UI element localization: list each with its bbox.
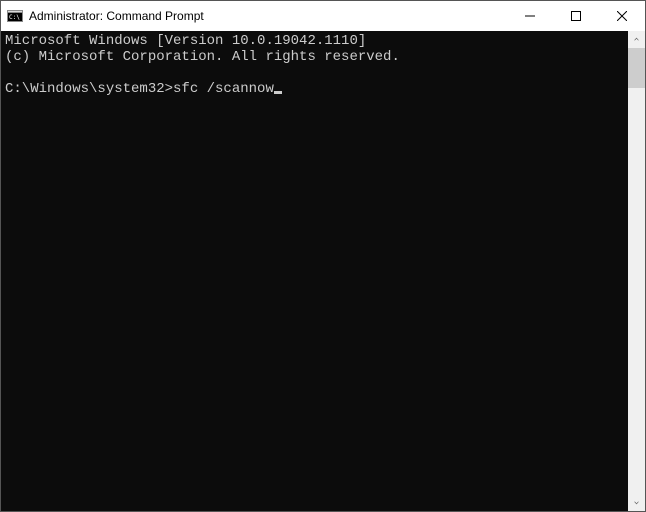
close-button[interactable] [599, 1, 645, 31]
terminal-line: Microsoft Windows [Version 10.0.19042.11… [5, 33, 628, 49]
terminal-command-line: C:\Windows\system32>sfc /scannow [5, 81, 274, 97]
close-icon [617, 11, 627, 21]
minimize-icon [525, 11, 535, 21]
window-frame: C:\ Administrator: Command Prompt [0, 0, 646, 512]
client-area: Microsoft Windows [Version 10.0.19042.11… [1, 31, 645, 511]
chevron-down-icon [634, 498, 639, 507]
chevron-up-icon [634, 35, 639, 44]
minimize-button[interactable] [507, 1, 553, 31]
maximize-button[interactable] [553, 1, 599, 31]
window-title: Administrator: Command Prompt [29, 9, 204, 23]
titlebar[interactable]: C:\ Administrator: Command Prompt [1, 1, 645, 31]
scroll-down-button[interactable] [628, 494, 645, 511]
window-controls [507, 1, 645, 31]
terminal-cursor [274, 91, 282, 94]
vertical-scrollbar[interactable] [628, 31, 645, 511]
svg-text:C:\: C:\ [9, 14, 20, 21]
titlebar-left: C:\ Administrator: Command Prompt [1, 8, 507, 24]
terminal-prompt-line: C:\Windows\system32>sfc /scannow [5, 81, 628, 97]
scroll-up-button[interactable] [628, 31, 645, 48]
cmd-icon: C:\ [7, 8, 23, 24]
terminal[interactable]: Microsoft Windows [Version 10.0.19042.11… [1, 31, 628, 511]
scroll-track[interactable] [628, 48, 645, 494]
maximize-icon [571, 11, 581, 21]
terminal-line: (c) Microsoft Corporation. All rights re… [5, 49, 628, 65]
scroll-thumb[interactable] [628, 48, 645, 88]
terminal-line [5, 65, 628, 81]
